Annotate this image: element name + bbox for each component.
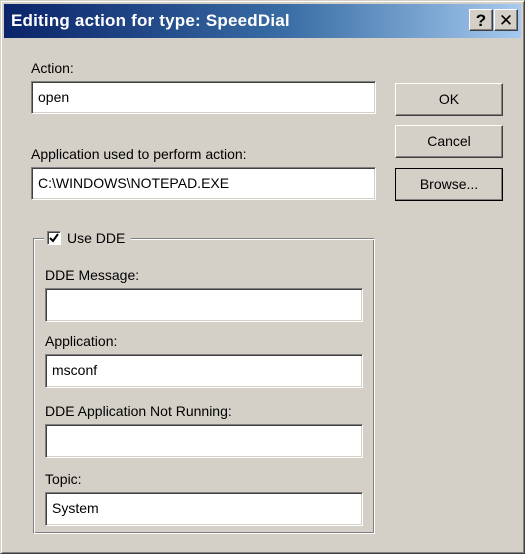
help-button[interactable]: ? — [469, 9, 493, 31]
dde-not-running-label: DDE Application Not Running: — [45, 403, 232, 419]
action-input[interactable]: open — [31, 81, 376, 114]
dde-message-label: DDE Message: — [45, 267, 140, 283]
close-icon: ✕ — [498, 11, 514, 30]
dde-topic-input[interactable]: System — [45, 492, 363, 526]
ok-button[interactable]: OK — [395, 83, 503, 116]
close-button[interactable]: ✕ — [494, 9, 518, 31]
title-bar[interactable]: Editing action for type: SpeedDial ? ✕ — [4, 4, 521, 38]
application-used-input[interactable]: C:\WINDOWS\NOTEPAD.EXE — [31, 167, 376, 200]
action-label: Action: — [31, 60, 74, 76]
help-icon: ? — [475, 11, 487, 30]
application-used-label: Application used to perform action: — [31, 146, 247, 162]
use-dde-checkbox[interactable] — [47, 231, 61, 245]
window-title: Editing action for type: SpeedDial — [11, 11, 290, 30]
dde-topic-label: Topic: — [45, 471, 82, 487]
dde-application-label: Application: — [45, 333, 118, 349]
checkmark-icon — [49, 233, 59, 243]
use-dde-label: Use DDE — [67, 230, 126, 246]
dde-message-input[interactable] — [45, 288, 363, 322]
cancel-button[interactable]: Cancel — [395, 125, 503, 158]
dde-not-running-input[interactable] — [45, 424, 363, 458]
browse-button[interactable]: Browse... — [395, 168, 503, 201]
dde-application-input[interactable]: msconf — [45, 354, 363, 388]
use-dde-checkbox-row[interactable]: Use DDE — [44, 227, 132, 249]
